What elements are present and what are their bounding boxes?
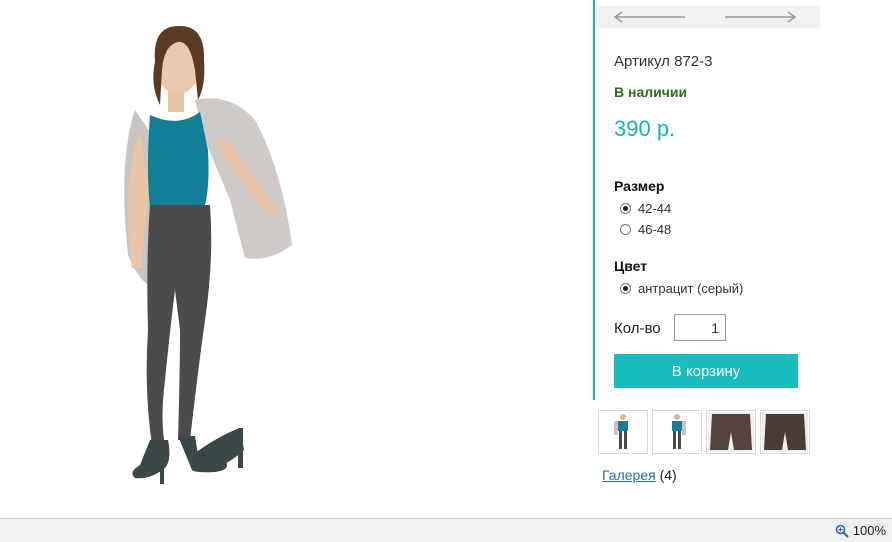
gallery-count: (4) <box>659 467 677 483</box>
thumb-leggings-back-dark-icon <box>762 412 808 452</box>
magnifier-icon <box>835 524 849 538</box>
color-option-anthracite[interactable]: антрацит (серый) <box>620 281 743 296</box>
thumb-woman-front-icon <box>614 414 628 449</box>
browser-status-bar: 100% <box>0 518 892 542</box>
zoom-control[interactable]: 100% <box>835 523 886 538</box>
zoom-level: 100% <box>852 523 886 538</box>
radio-unselected-icon[interactable] <box>620 224 631 235</box>
arrow-left-icon[interactable] <box>613 10 687 28</box>
color-option-label: антрацит (серый) <box>638 281 744 296</box>
color-option-title: Цвет <box>614 258 648 274</box>
size-option-label: 46-48 <box>638 222 672 237</box>
gallery-link-row: Галерея (4) <box>602 467 677 483</box>
thumbnail-4[interactable] <box>760 410 810 454</box>
thumbnail-2[interactable] <box>652 410 702 454</box>
size-option-title: Размер <box>614 178 665 194</box>
model-illustration <box>124 25 292 484</box>
thumb-woman-side-icon <box>672 414 686 449</box>
product-info-panel: Артикул 872-3 В наличии 390 р. Размер 42… <box>593 0 820 400</box>
image-nav-bar <box>595 6 820 28</box>
gallery-thumbnails <box>598 410 810 454</box>
thumbnail-3[interactable] <box>706 410 756 454</box>
add-to-cart-button[interactable]: В корзину <box>614 354 798 388</box>
product-photo[interactable] <box>0 0 355 505</box>
size-option-46-48[interactable]: 46-48 <box>620 222 671 237</box>
stock-status: В наличии <box>614 84 688 100</box>
radio-selected-icon[interactable] <box>620 283 631 294</box>
product-price: 390 р. <box>614 116 676 141</box>
arrow-right-icon[interactable] <box>723 10 797 28</box>
gallery-link[interactable]: Галерея <box>602 467 656 483</box>
thumb-leggings-back-icon <box>708 412 754 452</box>
quantity-label: Кол-во <box>614 320 661 337</box>
thumbnail-1[interactable] <box>598 410 648 454</box>
quantity-input[interactable] <box>674 314 726 341</box>
product-sku: Артикул 872-3 <box>614 53 713 70</box>
radio-selected-icon[interactable] <box>620 203 631 214</box>
size-option-42-44[interactable]: 42-44 <box>620 201 671 216</box>
size-option-label: 42-44 <box>638 201 672 216</box>
